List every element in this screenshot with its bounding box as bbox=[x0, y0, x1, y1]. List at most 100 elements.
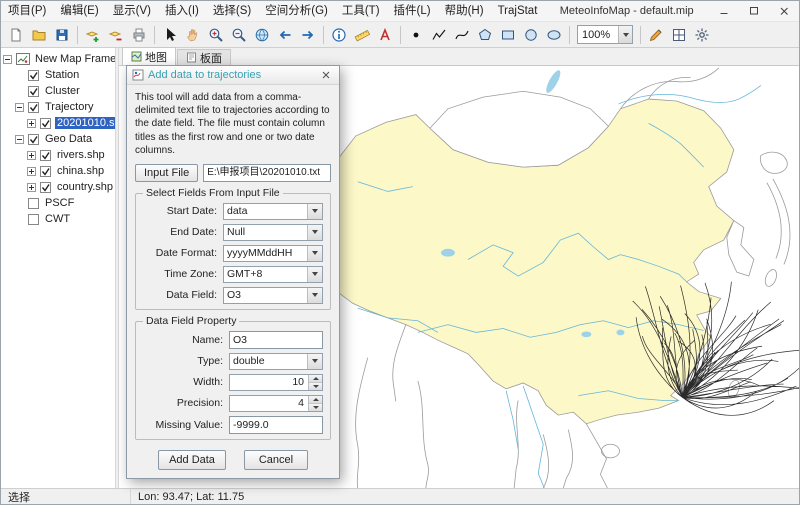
tab-layout[interactable]: 板面 bbox=[177, 49, 231, 65]
time-zone-combo[interactable]: GMT+8 bbox=[223, 266, 323, 283]
layer-label[interactable]: Cluster bbox=[43, 85, 82, 97]
label-button[interactable] bbox=[374, 24, 396, 46]
expand-icon[interactable] bbox=[27, 183, 36, 192]
spinner-up-icon[interactable] bbox=[309, 396, 322, 403]
new-point-button[interactable] bbox=[405, 24, 427, 46]
tree-item-trajectory[interactable]: Trajectory bbox=[1, 99, 115, 115]
zoom-out-button[interactable] bbox=[228, 24, 250, 46]
tree-item-pscf[interactable]: PSCF bbox=[1, 195, 115, 211]
menu-tools[interactable]: 工具(T) bbox=[335, 1, 387, 21]
remove-layer-button[interactable] bbox=[105, 24, 127, 46]
tree-item-china[interactable]: china.shp bbox=[1, 163, 115, 179]
chevron-down-icon[interactable] bbox=[307, 267, 322, 282]
minimize-button[interactable] bbox=[709, 1, 739, 21]
checkbox-checked[interactable] bbox=[40, 150, 51, 161]
identify-button[interactable] bbox=[328, 24, 350, 46]
input-file-field[interactable]: E:\申报项目\20201010.txt bbox=[203, 164, 331, 182]
data-field-combo[interactable]: O3 bbox=[223, 287, 323, 304]
precision-spinner[interactable]: 4 bbox=[229, 395, 323, 412]
new-circle-button[interactable] bbox=[520, 24, 542, 46]
measure-button[interactable] bbox=[351, 24, 373, 46]
tree-item-country[interactable]: country.shp bbox=[1, 179, 115, 195]
chevron-down-icon[interactable] bbox=[307, 225, 322, 240]
checkbox-checked[interactable] bbox=[28, 70, 39, 81]
spinner-down-icon[interactable] bbox=[309, 403, 322, 411]
chevron-down-icon[interactable] bbox=[307, 288, 322, 303]
tree-root-label[interactable]: New Map Frame bbox=[33, 53, 115, 65]
layer-label[interactable]: china.shp bbox=[55, 165, 106, 177]
tree-item-trajectory-shapefile[interactable]: 20201010.shp bbox=[1, 115, 115, 131]
expand-icon[interactable] bbox=[27, 167, 36, 176]
chevron-down-icon[interactable] bbox=[307, 204, 322, 219]
width-spinner[interactable]: 10 bbox=[229, 374, 323, 391]
start-date-combo[interactable]: data bbox=[223, 203, 323, 220]
menu-trajstat[interactable]: TrajStat bbox=[491, 1, 545, 21]
input-file-button[interactable]: Input File bbox=[135, 164, 198, 182]
new-file-button[interactable] bbox=[5, 24, 27, 46]
cancel-button[interactable]: Cancel bbox=[244, 450, 308, 470]
checkbox-checked[interactable] bbox=[40, 166, 51, 177]
menu-spatial-analysis[interactable]: 空间分析(G) bbox=[258, 1, 335, 21]
menu-help[interactable]: 帮助(H) bbox=[438, 1, 491, 21]
select-arrow-button[interactable] bbox=[159, 24, 181, 46]
layer-label[interactable]: 20201010.shp bbox=[55, 117, 115, 129]
dialog-title-bar[interactable]: Add data to trajectories bbox=[127, 66, 339, 85]
new-rectangle-button[interactable] bbox=[497, 24, 519, 46]
menu-selection[interactable]: 选择(S) bbox=[206, 1, 258, 21]
new-polyline-button[interactable] bbox=[428, 24, 450, 46]
save-file-button[interactable] bbox=[51, 24, 73, 46]
collapse-icon[interactable] bbox=[3, 55, 12, 64]
layout-grid-button[interactable] bbox=[668, 24, 690, 46]
checkbox-checked[interactable] bbox=[28, 102, 39, 113]
tree-item-station[interactable]: Station bbox=[1, 67, 115, 83]
tree-item-cluster[interactable]: Cluster bbox=[1, 83, 115, 99]
layer-label[interactable]: Station bbox=[43, 69, 81, 81]
close-button[interactable] bbox=[769, 1, 799, 21]
print-button[interactable] bbox=[128, 24, 150, 46]
collapse-icon[interactable] bbox=[15, 103, 24, 112]
layer-label[interactable]: Geo Data bbox=[43, 133, 94, 145]
tree-item-rivers[interactable]: rivers.shp bbox=[1, 147, 115, 163]
add-data-button[interactable]: Add Data bbox=[158, 450, 226, 470]
zoom-in-button[interactable] bbox=[205, 24, 227, 46]
collapse-icon[interactable] bbox=[15, 135, 24, 144]
menu-view[interactable]: 显示(V) bbox=[106, 1, 158, 21]
new-polygon-button[interactable] bbox=[474, 24, 496, 46]
full-extent-button[interactable] bbox=[251, 24, 273, 46]
tree-item-geo-data[interactable]: Geo Data bbox=[1, 131, 115, 147]
chevron-down-icon[interactable] bbox=[307, 354, 322, 369]
checkbox-checked[interactable] bbox=[28, 134, 39, 145]
checkbox-unchecked[interactable] bbox=[28, 214, 39, 225]
checkbox-checked[interactable] bbox=[40, 182, 51, 193]
zoom-level-combo[interactable]: 100% bbox=[577, 25, 633, 44]
expand-icon[interactable] bbox=[27, 119, 36, 128]
layer-label[interactable]: rivers.shp bbox=[55, 149, 107, 161]
settings-button[interactable] bbox=[691, 24, 713, 46]
menu-insert[interactable]: 插入(I) bbox=[158, 1, 206, 21]
checkbox-checked[interactable] bbox=[40, 118, 51, 129]
expand-icon[interactable] bbox=[27, 151, 36, 160]
new-curve-button[interactable] bbox=[451, 24, 473, 46]
spinner-down-icon[interactable] bbox=[309, 382, 322, 390]
date-format-combo[interactable]: yyyyMMddHH bbox=[223, 245, 323, 262]
checkbox-unchecked[interactable] bbox=[28, 198, 39, 209]
end-date-combo[interactable]: Null bbox=[223, 224, 323, 241]
checkbox-checked[interactable] bbox=[28, 86, 39, 97]
dialog-close-button[interactable] bbox=[318, 67, 334, 83]
chevron-down-icon[interactable] bbox=[618, 26, 632, 43]
name-field[interactable]: O3 bbox=[229, 331, 323, 349]
edit-pencil-button[interactable] bbox=[645, 24, 667, 46]
maximize-button[interactable] bbox=[739, 1, 769, 21]
type-combo[interactable]: double bbox=[229, 353, 323, 370]
tree-item-cwt[interactable]: CWT bbox=[1, 211, 115, 227]
add-layer-button[interactable] bbox=[82, 24, 104, 46]
layer-label[interactable]: country.shp bbox=[55, 181, 115, 193]
menu-edit[interactable]: 编辑(E) bbox=[53, 1, 105, 21]
pan-button[interactable] bbox=[182, 24, 204, 46]
open-file-button[interactable] bbox=[28, 24, 50, 46]
chevron-down-icon[interactable] bbox=[307, 246, 322, 261]
zoom-previous-button[interactable] bbox=[274, 24, 296, 46]
layer-label[interactable]: CWT bbox=[43, 213, 72, 225]
missing-value-field[interactable]: -9999.0 bbox=[229, 416, 323, 434]
layer-label[interactable]: Trajectory bbox=[43, 101, 96, 113]
